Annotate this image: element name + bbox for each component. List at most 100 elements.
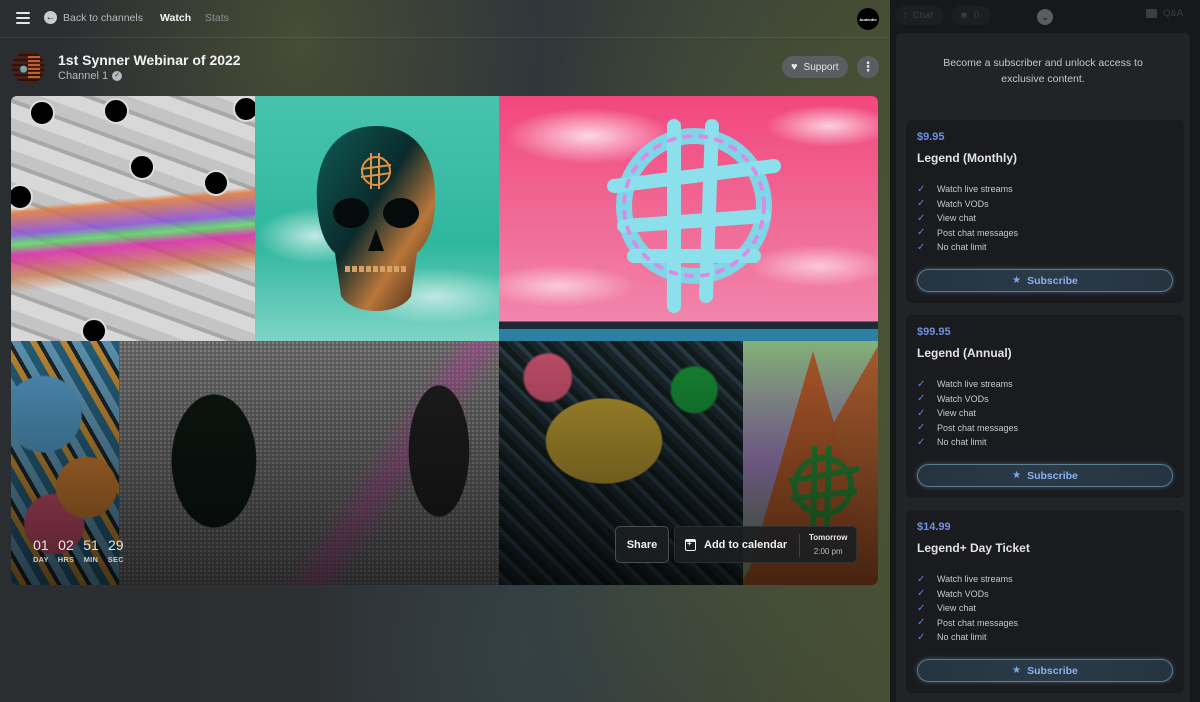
check-icon: ✓ <box>917 378 926 390</box>
back-label: Back to channels <box>63 11 143 24</box>
countdown-hours: 02 HRS <box>57 537 75 564</box>
check-icon: ✓ <box>917 393 926 405</box>
sticker-icon <box>129 154 155 180</box>
feature-item: ✓ Watch VODs <box>917 393 989 405</box>
event-title: 1st Synner Webinar of 2022 <box>58 52 241 68</box>
feature-item: ✓ Post chat messages <box>917 227 1019 239</box>
arrow-left-circle-icon: ← <box>44 11 57 24</box>
subscription-panel: Become a subscriber and unlock access to… <box>896 33 1190 702</box>
divider <box>799 534 800 557</box>
plan-name: Legend (Annual) <box>917 346 1012 360</box>
check-icon: ✓ <box>917 573 926 585</box>
hamburger-icon <box>16 12 30 14</box>
plan-name: Legend+ Day Ticket <box>917 541 1030 555</box>
more-vertical-icon: ⋮ <box>861 59 875 74</box>
users-icon: ☻ <box>959 10 969 21</box>
check-icon: ✓ <box>917 212 926 224</box>
tab-stats[interactable]: Stats <box>205 12 229 24</box>
check-icon: ✓ <box>917 241 926 253</box>
feature-item: ✓ No chat limit <box>917 241 987 253</box>
plan-price: $14.99 <box>917 521 951 533</box>
verified-check-icon: ✓ <box>112 71 123 81</box>
plan-price: $9.95 <box>917 131 945 143</box>
feature-item: ✓ Watch VODs <box>917 588 989 600</box>
share-button[interactable]: Share <box>615 526 669 563</box>
subscribe-button[interactable]: ★ Subscribe <box>917 269 1173 292</box>
artwork-pink-sky-tile <box>499 96 878 341</box>
star-icon: ★ <box>1012 275 1022 286</box>
subscribe-button[interactable]: ★ Subscribe <box>917 464 1173 487</box>
sticker-icon <box>103 98 129 124</box>
event-header: 1st Synner Webinar of 2022 Channel 1 ✓ ♥… <box>12 51 879 85</box>
sidebar-top-bar: ↕ Chat ☻ 0 ⌄ Q&A <box>890 0 1200 32</box>
tab-watch[interactable]: Watch <box>160 12 191 24</box>
check-icon: ✓ <box>917 602 926 614</box>
check-icon: ✓ <box>917 631 926 643</box>
support-label: Support <box>803 61 839 73</box>
calendar-plus-icon <box>685 538 696 551</box>
add-to-calendar-label: Add to calendar <box>704 538 788 551</box>
top-bar: ← Back to channels Watch Stats Audentio <box>0 0 890 38</box>
check-icon: ✓ <box>917 422 926 434</box>
check-icon: ✓ <box>917 436 926 448</box>
event-start-time: Tomorrow 2:00 pm <box>809 533 848 556</box>
check-icon: ✓ <box>917 198 926 210</box>
viewers-count-button[interactable]: ☻ 0 <box>951 6 991 25</box>
sticker-icon <box>203 170 229 196</box>
channel-name: Channel 1 <box>58 70 109 82</box>
brand-avatar[interactable]: Audentio <box>857 8 879 30</box>
check-icon: ✓ <box>917 183 926 195</box>
star-icon: ★ <box>1012 665 1022 676</box>
sticker-icon <box>11 184 33 210</box>
sticker-icon <box>81 318 107 341</box>
feature-item: ✓ Post chat messages <box>917 617 1019 629</box>
plan-card: $9.95 Legend (Monthly) ✓ Watch live strea… <box>906 120 1184 303</box>
subscribe-button[interactable]: ★ Subscribe <box>917 659 1173 682</box>
artwork-skull-tile <box>255 96 499 341</box>
main-content: ← Back to channels Watch Stats Audentio … <box>0 0 890 702</box>
countdown-days: 01 DAY <box>33 537 49 564</box>
feature-item: ✓ View chat <box>917 407 976 419</box>
check-icon: ✓ <box>917 617 926 629</box>
event-banner: 01 DAY 02 HRS 51 MIN 29 SEC Share Add to… <box>11 96 878 585</box>
check-icon: ✓ <box>917 588 926 600</box>
skull-image <box>316 126 436 311</box>
countdown-minutes: 51 MIN <box>83 537 99 564</box>
check-icon: ✓ <box>917 227 926 239</box>
hamburger-menu-button[interactable] <box>16 12 30 24</box>
feature-item: ✓ Watch live streams <box>917 573 1013 585</box>
feature-item: ✓ View chat <box>917 212 976 224</box>
plan-features: ✓ Watch live streams ✓ Watch VODs ✓ View ch… <box>917 377 1018 450</box>
more-options-button[interactable]: ⋮ <box>857 56 879 78</box>
chat-bubbles-icon <box>1146 9 1157 18</box>
feature-item: ✓ View chat <box>917 602 976 614</box>
add-to-calendar-button[interactable]: Add to calendar Tomorrow 2:00 pm <box>674 526 857 563</box>
feature-item: ✓ Watch VODs <box>917 198 989 210</box>
support-button[interactable]: ♥ Support <box>782 56 848 78</box>
plan-card: $14.99 Legend+ Day Ticket ✓ Watch live st… <box>906 510 1184 693</box>
sticker-icon <box>233 96 255 122</box>
chevron-down-icon: ⌄ <box>1041 12 1049 22</box>
artwork-money-tile <box>11 96 255 341</box>
feature-item: ✓ No chat limit <box>917 631 987 643</box>
back-to-channels-link[interactable]: ← Back to channels <box>44 11 143 24</box>
expand-collapse-icon: ↕ <box>903 10 908 21</box>
feature-item: ✓ Watch live streams <box>917 183 1013 195</box>
qa-tab-button[interactable]: Q&A <box>1146 8 1183 19</box>
feature-item: ✓ Post chat messages <box>917 422 1019 434</box>
collapse-sidebar-button[interactable]: ⌄ <box>1037 9 1053 25</box>
plan-features: ✓ Watch live streams ✓ Watch VODs ✓ View ch… <box>917 182 1018 255</box>
feature-item: ✓ No chat limit <box>917 436 987 448</box>
plan-card: $99.95 Legend (Annual) ✓ Watch live strea… <box>906 315 1184 498</box>
countdown-seconds: 29 SEC <box>107 537 124 564</box>
countdown-timer: 01 DAY 02 HRS 51 MIN 29 SEC <box>33 537 124 564</box>
heart-icon: ♥ <box>791 60 798 73</box>
feature-item: ✓ Watch live streams <box>917 378 1013 390</box>
plan-features: ✓ Watch live streams ✓ Watch VODs ✓ View ch… <box>917 572 1018 645</box>
channel-name-row[interactable]: Channel 1 ✓ <box>58 70 123 82</box>
dollar-symbol-image <box>607 119 781 313</box>
check-icon: ✓ <box>917 407 926 419</box>
chat-tab-button[interactable]: ↕ Chat <box>895 6 944 25</box>
plan-name: Legend (Monthly) <box>917 151 1017 165</box>
channel-avatar[interactable] <box>12 51 45 84</box>
